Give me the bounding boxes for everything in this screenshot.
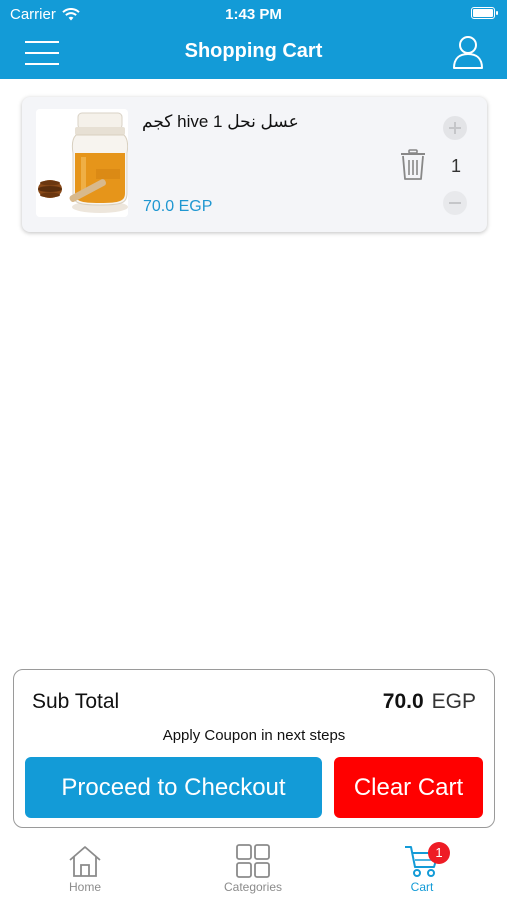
tab-bar: Home Categories Cart 1 (0, 838, 507, 900)
trash-icon[interactable] (400, 149, 426, 181)
coupon-note: Apply Coupon in next steps (162, 727, 346, 744)
cart-item-card: عسل نحل 1 hive كجم 70.0 EGP 1 (22, 97, 487, 232)
tab-categories-label: Categories (223, 880, 283, 894)
increase-quantity-button[interactable] (443, 116, 467, 140)
status-time: 1:43 PM (225, 6, 282, 23)
proceed-to-checkout-button[interactable]: Proceed to Checkout (25, 757, 322, 818)
status-bar: Carrier 1:43 PM (0, 0, 507, 28)
clear-cart-button[interactable]: Clear Cart (334, 757, 483, 818)
home-icon (69, 846, 101, 877)
battery-icon (471, 7, 498, 19)
tab-home-label: Home (68, 880, 101, 894)
grid-icon (236, 844, 270, 878)
subtotal-amount: 70.0 (382, 690, 424, 713)
page-title: Shopping Cart (184, 40, 323, 62)
user-profile-icon[interactable] (451, 34, 485, 70)
product-price: 70.0 EGP (143, 198, 213, 215)
tab-categories[interactable]: Categories (198, 844, 308, 894)
subtotal-value: 70.0 EGP (383, 690, 476, 714)
tab-cart-label: Cart (410, 880, 434, 894)
tab-home[interactable]: Home (30, 844, 140, 894)
nav-bar: Shopping Cart (0, 28, 507, 79)
subtotal-label: Sub Total (32, 690, 120, 713)
subtotal-currency: EGP (431, 690, 476, 713)
tab-cart[interactable]: Cart 1 (367, 842, 477, 894)
product-name: عسل نحل 1 hive كجم (142, 112, 299, 131)
decrease-quantity-button[interactable] (443, 191, 467, 215)
order-summary-panel: Sub Total 70.0 EGP Apply Coupon in next s… (13, 669, 495, 828)
quantity-value: 1 (450, 156, 461, 176)
cart-count-badge: 1 (428, 842, 450, 864)
honey-jar-image (36, 109, 128, 217)
